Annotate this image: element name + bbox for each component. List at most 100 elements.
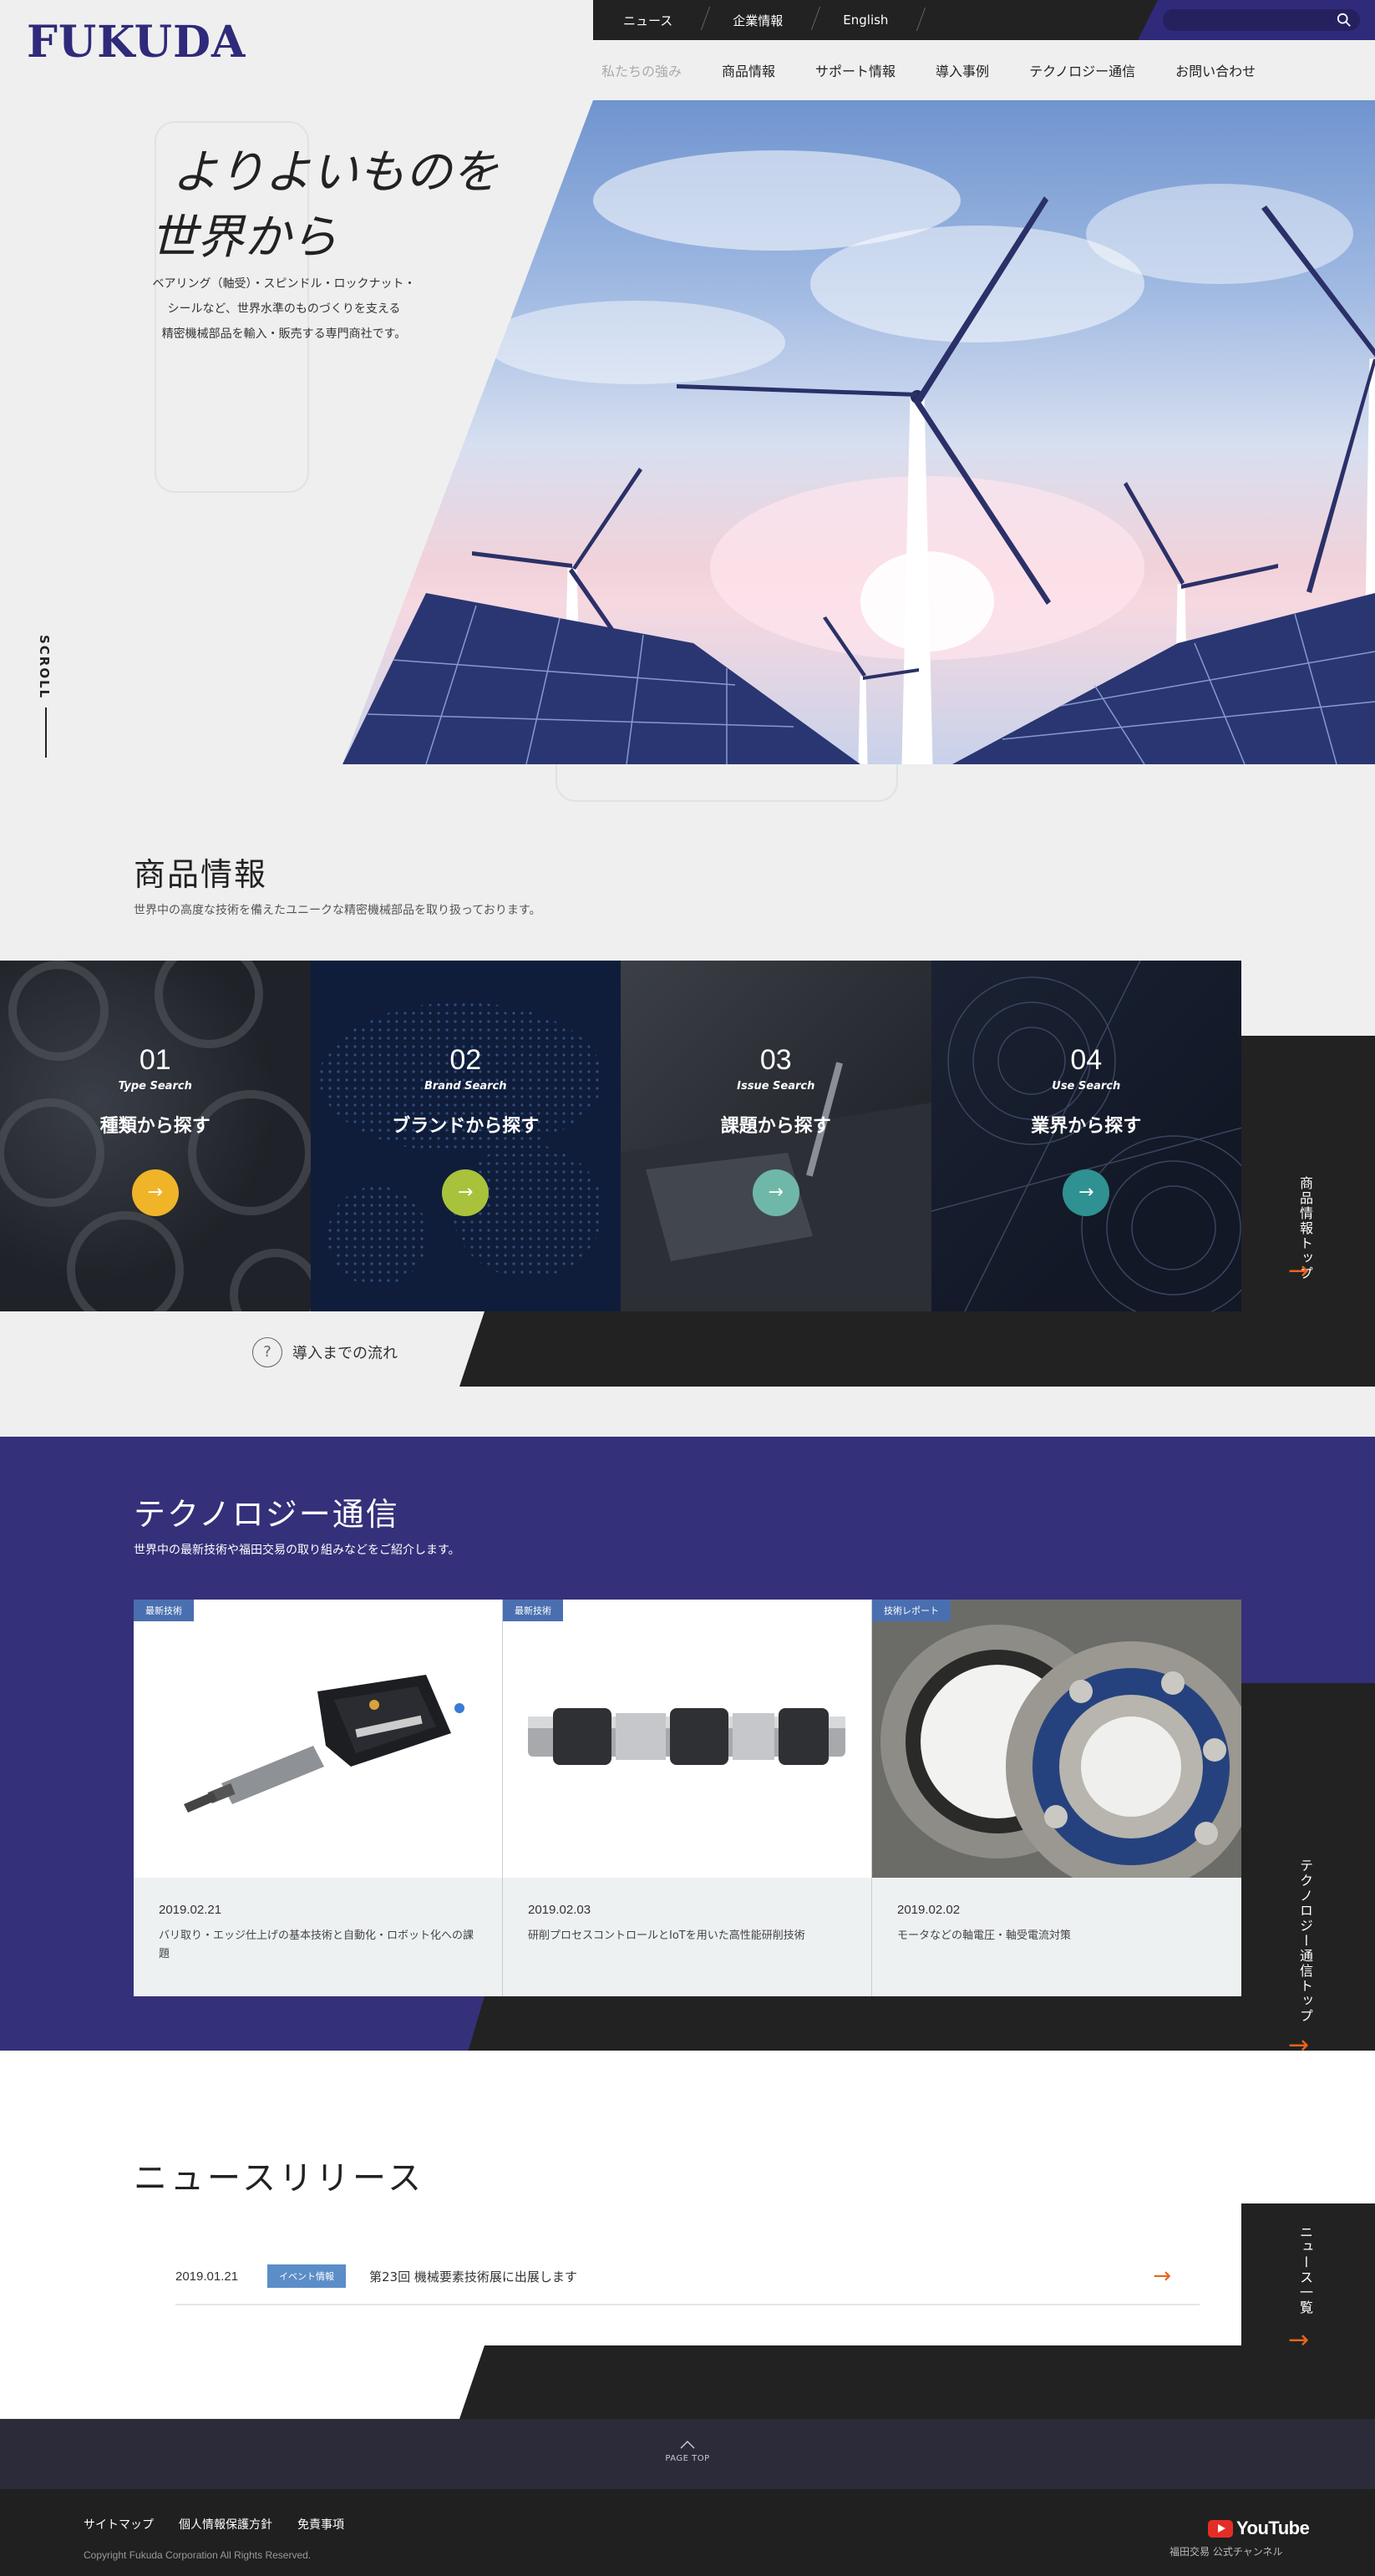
technology-heading: テクノロジー通信 世界中の最新技術や福田交易の取り組みなどをご紹介します。 — [134, 1488, 460, 1558]
site-footer: サイトマップ 個人情報保護方針 免責事項 Copyright Fukuda Co… — [0, 2489, 1375, 2576]
news-title: ニュースリリース — [134, 2159, 424, 2198]
nav-technology[interactable]: テクノロジー通信 — [1029, 60, 1135, 80]
arrow-right-icon: → — [1153, 2264, 1171, 2289]
card-en-label: Issue Search — [737, 1080, 815, 1093]
news-date: 2019.01.21 — [175, 2269, 239, 2284]
hero-section: よりよいものを 世界から ベアリング（軸受）・スピンドル・ロックナット・ シール… — [0, 100, 1375, 802]
nav-cases[interactable]: 導入事例 — [936, 60, 989, 80]
top-link-english[interactable]: English — [813, 13, 918, 28]
footer-link-privacy[interactable]: 個人情報保護方針 — [179, 2516, 272, 2533]
top-link-news[interactable]: ニュース — [593, 12, 703, 29]
youtube-icon — [1208, 2519, 1233, 2538]
dark-band — [459, 2345, 1375, 2419]
youtube-caption: 福田交易 公式チャンネル — [1170, 2546, 1283, 2558]
nav-contact[interactable]: お問い合わせ — [1175, 60, 1256, 80]
footer-link-disclaimer[interactable]: 免責事項 — [297, 2516, 344, 2533]
tech-article-card[interactable]: 技術レポート 2019.02.02 モータなどの軸電圧・軸受電流対策 — [872, 1600, 1241, 1996]
arrow-right-icon[interactable]: → — [1063, 1169, 1110, 1216]
search-input[interactable] — [1163, 9, 1360, 31]
arrow-right-icon[interactable]: → — [442, 1169, 490, 1216]
nav-strengths[interactable]: 私たちの強み — [601, 60, 682, 80]
products-heading: 商品情報 世界中の高度な技術を備えたユニークな精密機械部品を取り扱っております。 — [134, 849, 540, 918]
article-title: モータなどの軸電圧・軸受電流対策 — [897, 1929, 1072, 1942]
question-icon: ? — [252, 1337, 282, 1367]
article-image: 最新技術 — [134, 1600, 502, 1878]
nav-products[interactable]: 商品情報 — [722, 60, 775, 80]
flow-link-label: 導入までの流れ — [292, 1345, 398, 1362]
fukuda-logo[interactable]: FUKUDA — [27, 17, 246, 68]
site-header: FUKUDA ニュース 企業情報 English 私たちの強み 商品情報 サポー… — [0, 0, 1375, 100]
product-search-cards: 01 Type Search 種類から探す → 02 Brand Search … — [0, 961, 1241, 1311]
card-brand-search[interactable]: 02 Brand Search ブランドから探す → — [310, 961, 621, 1311]
search-box — [1138, 0, 1375, 40]
arrow-right-icon: → — [1288, 2325, 1310, 2355]
technology-article-cards: 最新技術 2019.02.21 バリ取り・エッジ仕上げの基本技術と自動化・ロボッ… — [134, 1600, 1241, 1996]
card-jp-label: 課題から探す — [720, 1116, 831, 1137]
news-tag: イベント情報 — [267, 2264, 346, 2288]
deburring-tool-image — [184, 1675, 464, 1813]
search-icon[interactable] — [1337, 13, 1352, 28]
hero-desc-line: ベアリング（軸受）・スピンドル・ロックナット・ — [152, 277, 416, 291]
technology-top-label: テクノロジー通信トップ — [1297, 1858, 1313, 2024]
copyright: Copyright Fukuda Corporation All Rights … — [84, 2549, 312, 2561]
card-number: 02 — [449, 1044, 482, 1076]
footer-link-sitemap[interactable]: サイトマップ — [84, 2516, 154, 2533]
spindle-shaft-image — [528, 1708, 845, 1765]
arrow-right-icon[interactable]: → — [752, 1169, 799, 1216]
card-en-label: Brand Search — [424, 1080, 507, 1093]
card-use-search[interactable]: 04 Use Search 業界から探す → — [931, 961, 1241, 1311]
dark-band — [459, 1311, 1375, 1387]
page-top-button[interactable]: PAGE TOP — [0, 2419, 1375, 2489]
news-list-tab[interactable]: ニュース一覧 → — [1241, 2203, 1375, 2419]
article-tag: 最新技術 — [134, 1600, 194, 1621]
news-item[interactable]: 2019.01.21 イベント情報 第23回 機械要素技術展に出展します → — [175, 2249, 1200, 2305]
top-link-company[interactable]: 企業情報 — [703, 12, 813, 29]
article-title: バリ取り・エッジ仕上げの基本技術と自動化・ロボット化への課題 — [159, 1929, 474, 1960]
article-image: 最新技術 — [503, 1600, 871, 1878]
youtube-link[interactable]: YouTube — [1208, 2518, 1310, 2539]
article-date: 2019.02.02 — [897, 1903, 961, 1917]
card-en-label: Type Search — [118, 1080, 192, 1093]
chevron-up-icon — [680, 2440, 695, 2449]
news-list-label: ニュース一覧 — [1297, 2225, 1313, 2315]
card-jp-label: 種類から探す — [99, 1116, 211, 1137]
products-top-tab[interactable]: 商品情報トップ → — [1241, 1036, 1375, 1311]
card-jp-label: 業界から探す — [1031, 1116, 1142, 1137]
card-type-search[interactable]: 01 Type Search 種類から探す → — [0, 961, 311, 1311]
card-number: 01 — [139, 1044, 171, 1076]
hero-title-line2: 世界から — [150, 210, 337, 265]
hero-title: よりよいものを 世界から — [150, 140, 499, 271]
technology-top-tab[interactable]: テクノロジー通信トップ → — [1241, 1683, 1375, 2080]
footer-links: サイトマップ 個人情報保護方針 免責事項 — [84, 2516, 369, 2533]
hero-desc-line: シールなど、世界水準のものづくりを支える — [167, 302, 401, 316]
page-top-label: PAGE TOP — [665, 2454, 710, 2463]
youtube-wordmark: YouTube — [1236, 2518, 1310, 2538]
card-en-label: Use Search — [1052, 1080, 1121, 1093]
arrow-right-icon: → — [1288, 1256, 1310, 1285]
article-date: 2019.02.03 — [528, 1903, 591, 1917]
hero-description: ベアリング（軸受）・スピンドル・ロックナット・ シールなど、世界水準のものづくり… — [117, 271, 451, 347]
scroll-indicator[interactable]: SCROLL — [37, 635, 57, 758]
arrow-right-icon[interactable]: → — [131, 1169, 179, 1216]
products-subtitle: 世界中の高度な技術を備えたユニークな精密機械部品を取り扱っております。 — [134, 904, 541, 917]
article-title: 研削プロセスコントロールとIoTを用いた高性能研削技術 — [528, 1929, 805, 1942]
tech-article-card[interactable]: 最新技術 2019.02.03 研削プロセスコントロールとIoTを用いた高性能研… — [503, 1600, 872, 1996]
main-nav: 私たちの強み 商品情報 サポート情報 導入事例 テクノロジー通信 お問い合わせ — [601, 53, 1296, 87]
article-date: 2019.02.21 — [159, 1903, 222, 1917]
technology-title: テクノロジー通信 — [134, 1496, 399, 1533]
hero-title-line1: よりよいものを — [172, 145, 499, 200]
damaged-bearing-image — [872, 1600, 1241, 1878]
card-number: 04 — [1070, 1044, 1103, 1076]
nav-support[interactable]: サポート情報 — [815, 60, 896, 80]
article-image: 技術レポート — [872, 1600, 1241, 1878]
scroll-label: SCROLL — [37, 635, 52, 700]
article-tag: 最新技術 — [503, 1600, 563, 1621]
card-issue-search[interactable]: 03 Issue Search 課題から探す → — [621, 961, 931, 1311]
products-title: 商品情報 — [134, 856, 268, 893]
card-jp-label: ブランドから探す — [392, 1116, 540, 1137]
introduction-flow-link[interactable]: ? 導入までの流れ — [252, 1337, 398, 1367]
technology-subtitle: 世界中の最新技術や福田交易の取り組みなどをご紹介します。 — [134, 1544, 460, 1557]
tech-article-card[interactable]: 最新技術 2019.02.21 バリ取り・エッジ仕上げの基本技術と自動化・ロボッ… — [134, 1600, 503, 1996]
article-tag: 技術レポート — [872, 1600, 951, 1621]
news-item-title: 第23回 機械要素技術展に出展します — [369, 2269, 577, 2284]
